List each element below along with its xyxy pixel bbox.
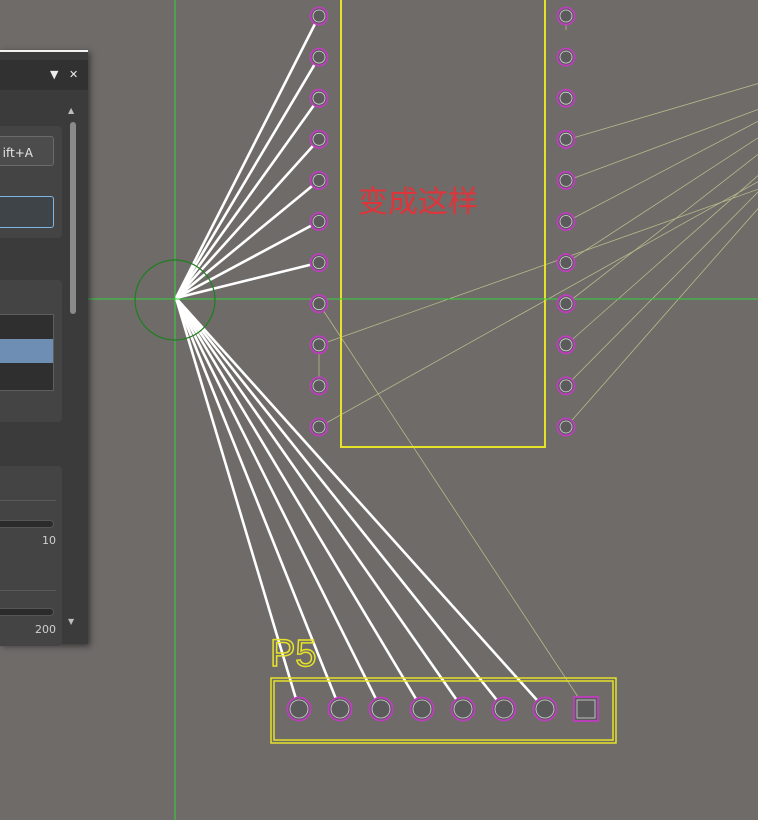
ratsnest-line: [565, 208, 758, 428]
divider: [0, 500, 56, 501]
ratsnest-layer: [318, 16, 758, 710]
list-item[interactable]: [0, 365, 53, 389]
divider: [0, 590, 56, 591]
scroll-up-icon[interactable]: ▲: [68, 107, 74, 115]
connector-designator: P5: [270, 633, 316, 675]
slider-2-value: 200: [35, 623, 56, 635]
pad: [368, 696, 394, 722]
annotation-text: 变成这样: [358, 185, 478, 220]
panel-scrollbar-thumb[interactable]: [70, 122, 76, 314]
ratsnest-line: [565, 191, 758, 387]
list-item[interactable]: [0, 315, 53, 339]
routed-trace: [174, 14, 321, 300]
shortcut-button[interactable]: ift+A: [0, 136, 54, 166]
list-item-selected[interactable]: [0, 339, 53, 363]
slider-1-value: 10: [42, 534, 56, 547]
pad: [491, 696, 517, 722]
pad: [327, 696, 353, 722]
routed-trace: [174, 138, 321, 300]
ratsnest-line: [565, 109, 758, 182]
component-outline: [340, 0, 546, 448]
ratsnest-line: [565, 83, 758, 141]
routed-trace: [174, 55, 321, 300]
ratsnest-line: [565, 153, 758, 305]
routed-trace: [174, 296, 465, 711]
pad: [450, 696, 476, 722]
pcb-canvas[interactable]: P5 变成这样: [0, 0, 758, 820]
pad: [532, 696, 558, 722]
pad: [409, 696, 435, 722]
ratsnest-line: [565, 120, 758, 223]
panel-slider-card: [0, 466, 62, 646]
connector-outline-inner: [273, 680, 614, 741]
properties-panel: ▼ ✕ ift+A 10 200 ▲ ▼: [0, 50, 88, 646]
pad-square: [573, 696, 599, 722]
panel-titlebar: ▼ ✕: [0, 60, 88, 90]
panel-close-icon[interactable]: ✕: [69, 68, 78, 82]
scroll-down-icon[interactable]: ▼: [68, 618, 74, 626]
slider-2[interactable]: [0, 608, 54, 616]
panel-listbox[interactable]: [0, 314, 54, 391]
pad: [286, 696, 312, 722]
routed-trace: [174, 296, 547, 711]
panel-text-field[interactable]: [0, 196, 54, 228]
ratsnest-line: [565, 137, 758, 264]
slider-1[interactable]: [0, 520, 54, 528]
panel-menu-dropdown-icon[interactable]: ▼: [50, 68, 58, 82]
connector-outline-outer: [270, 677, 617, 744]
routed-traces: [174, 14, 547, 711]
